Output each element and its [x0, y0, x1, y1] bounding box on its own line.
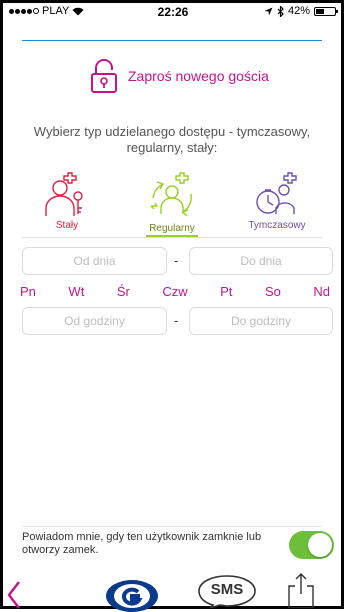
date-range-separator: - — [174, 253, 179, 268]
time-to-field[interactable]: Do godziny — [189, 307, 333, 335]
person-key-icon — [45, 172, 83, 216]
battery-icon — [314, 6, 338, 16]
access-type-regular[interactable]: Regularny — [127, 172, 217, 237]
access-type-temporary[interactable]: Tymczasowy — [232, 172, 322, 234]
header-divider — [22, 40, 322, 41]
sms-label: SMS — [210, 581, 244, 598]
weekday-selector: Pn Wt Śr Czw Pt So Nd — [20, 284, 330, 299]
access-type-permanent-label: Stały — [55, 220, 79, 231]
notify-toggle[interactable] — [289, 531, 334, 559]
battery-percent: 42% — [287, 5, 310, 17]
sms-button[interactable]: SMS — [196, 574, 258, 608]
access-type-temporary-label: Tymczasowy — [248, 220, 306, 231]
day-fri[interactable]: Pt — [220, 284, 232, 299]
bottom-toolbar: SMS — [0, 568, 344, 612]
bluetooth-icon — [277, 5, 284, 17]
access-type-permanent[interactable]: Stały — [22, 172, 112, 234]
padlock-icon — [91, 59, 117, 93]
date-from-field[interactable]: Od dnia — [22, 247, 167, 275]
notify-label: Powiadom mnie, gdy ten użytkownik zamkni… — [22, 531, 262, 556]
access-type-instruction: Wybierz typ udzielanego dostępu - tymcza… — [33, 124, 311, 155]
time-from-field[interactable]: Od godziny — [22, 307, 167, 335]
day-thu[interactable]: Czw — [162, 284, 187, 299]
day-sat[interactable]: So — [265, 284, 281, 299]
divider — [22, 237, 322, 238]
date-to-field[interactable]: Do dnia — [189, 247, 333, 275]
divider — [22, 526, 322, 527]
access-type-selector: Stały Regularny Tymczasowy — [22, 172, 322, 237]
day-wed[interactable]: Śr — [117, 284, 130, 299]
back-chevron-icon[interactable] — [6, 580, 22, 610]
day-mon[interactable]: Pn — [20, 284, 36, 299]
day-sun[interactable]: Nd — [313, 284, 330, 299]
location-icon — [264, 7, 273, 15]
status-bar: PLAY 22:26 42% — [6, 3, 340, 21]
share-icon[interactable] — [286, 572, 316, 608]
page-title: Zaproś nowego gościa — [128, 68, 269, 84]
time-range-separator: - — [174, 313, 179, 328]
person-cycle-icon — [150, 172, 192, 217]
page-header: Zaproś nowego gościa — [90, 58, 269, 94]
access-type-regular-label: Regularny — [146, 223, 198, 237]
day-tue[interactable]: Wt — [68, 284, 84, 299]
share-g-icon[interactable] — [104, 578, 160, 612]
person-stopwatch-icon — [256, 172, 297, 214]
toggle-knob — [308, 533, 332, 557]
